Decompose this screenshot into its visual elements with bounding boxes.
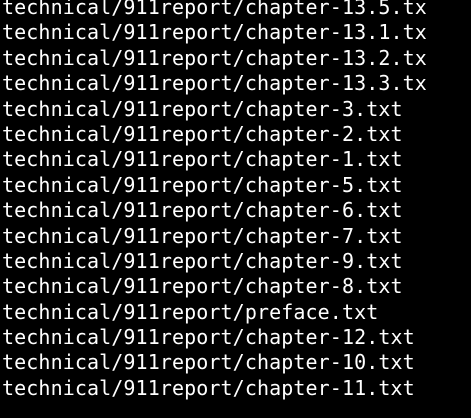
file-path-line: technical/911report/chapter-10.txt — [2, 350, 415, 375]
file-path-line: technical/911report/chapter-6.txt — [2, 198, 403, 223]
file-path-line: technical/911report/chapter-7.txt — [2, 223, 403, 248]
file-path-line: technical/911report/chapter-11.txt — [2, 375, 415, 400]
terminal-output[interactable]: technical/911report/chapter-13.5.tx tech… — [0, 0, 471, 418]
file-path-line: technical/911report/chapter-13.1.tx — [2, 20, 427, 45]
file-path-line: technical/911report/chapter-2.txt — [2, 121, 403, 146]
file-path-line: technical/911report/preface.txt — [2, 299, 379, 324]
file-path-line: technical/911report/chapter-1.txt — [2, 147, 403, 172]
file-path-line: technical/911report/chapter-3.txt — [2, 96, 403, 121]
file-path-line: technical/911report/chapter-5.txt — [2, 172, 403, 197]
file-list: technical/911report/chapter-13.5.tx tech… — [2, 0, 427, 401]
file-path-line: technical/911report/chapter-13.5.tx — [2, 0, 427, 19]
file-path-line: technical/911report/chapter-8.txt — [2, 274, 403, 299]
file-path-line: technical/911report/chapter-13.2.tx — [2, 45, 427, 70]
file-path-line: technical/911report/chapter-9.txt — [2, 248, 403, 273]
file-path-line: technical/911report/chapter-13.3.tx — [2, 71, 427, 96]
file-path-line: technical/911report/chapter-12.txt — [2, 325, 415, 350]
